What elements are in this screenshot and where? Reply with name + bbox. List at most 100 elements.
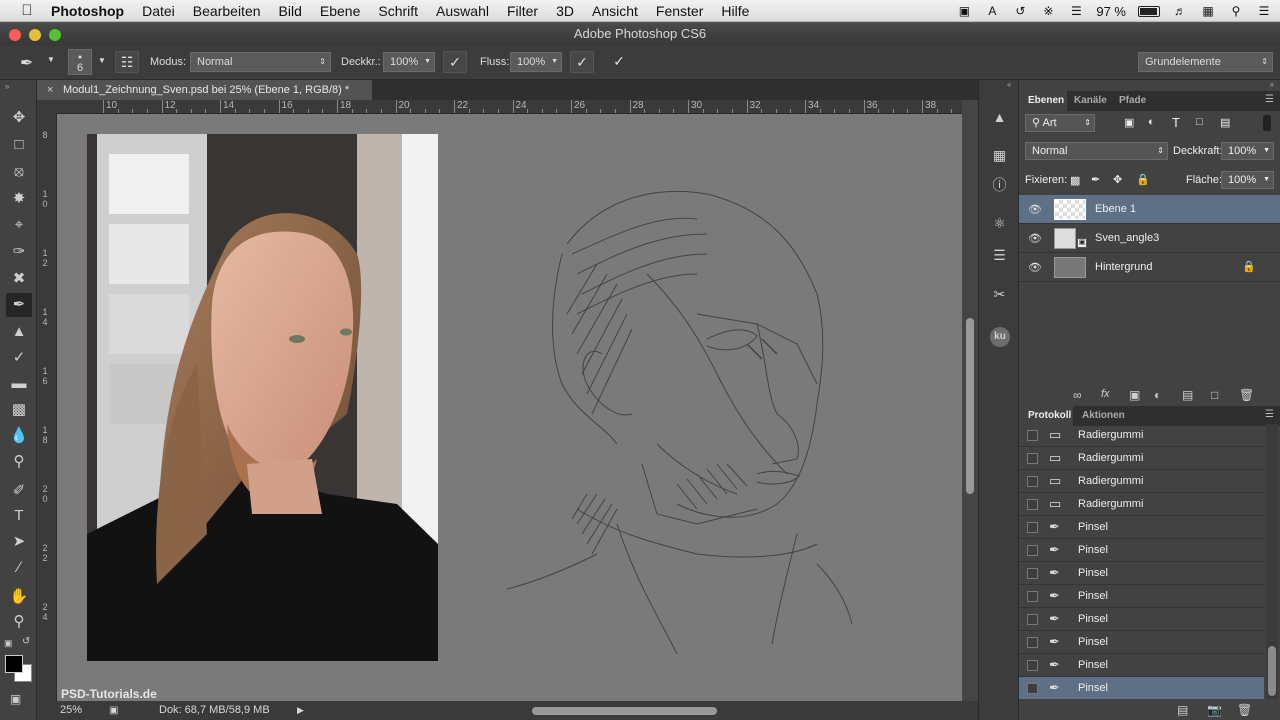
history-brush-tool-icon[interactable]: ✓ (6, 346, 32, 370)
export-icon[interactable]: ▣ (109, 701, 118, 720)
play-icon[interactable]: ▶ (297, 701, 304, 720)
snapshot-source-checkbox[interactable] (1027, 614, 1038, 625)
tab-pfade[interactable]: Pfade (1119, 91, 1146, 111)
airbrush-icon[interactable]: ✓ (570, 51, 594, 73)
minimize-window-button[interactable] (29, 29, 41, 41)
tab-aktionen[interactable]: Aktionen (1082, 406, 1125, 426)
history-scrollbar[interactable] (1266, 424, 1278, 699)
horizontal-scroll-thumb[interactable] (532, 707, 717, 715)
menu-bild[interactable]: Bild (270, 3, 311, 19)
filter-pixel-icon[interactable]: ▣ (1124, 116, 1134, 129)
snapshot-source-checkbox[interactable] (1027, 453, 1038, 464)
blur-tool-icon[interactable]: 💧 (6, 424, 32, 448)
snapshot-source-checkbox[interactable] (1027, 522, 1038, 533)
menu-ansicht[interactable]: Ansicht (583, 3, 647, 19)
snapshot-source-checkbox[interactable] (1027, 660, 1038, 671)
spotlight-icon[interactable]: ⚲ (1228, 4, 1244, 18)
chevron-down-icon[interactable]: ▼ (98, 56, 106, 65)
menu-schrift[interactable]: Schrift (369, 3, 427, 19)
chevron-down-icon[interactable]: ▼ (424, 53, 431, 71)
history-step[interactable]: ▭ Radiergummi (1019, 447, 1264, 470)
collapse-panels-icon[interactable]: » (1270, 80, 1274, 89)
filter-shape-icon[interactable]: □ (1196, 116, 1203, 128)
snapshot-source-checkbox[interactable] (1027, 499, 1038, 510)
history-step[interactable]: ✒ Pinsel (1019, 539, 1264, 562)
history-step[interactable]: ✒ Pinsel (1019, 654, 1264, 677)
info-icon[interactable]: ⓘ (987, 174, 1012, 196)
menu-bearbeiten[interactable]: Bearbeiten (184, 3, 270, 19)
filter-smart-object-icon[interactable]: ▤ (1220, 116, 1230, 129)
swap-colors-icon[interactable]: ↺ (22, 636, 30, 647)
lock-all-icon[interactable]: 🔒 (1136, 173, 1150, 186)
notification-icon[interactable]: ☰ (1256, 4, 1272, 18)
bluetooth-icon[interactable]: ※ (1040, 4, 1056, 18)
close-tab-icon[interactable]: × (47, 80, 53, 100)
layer-filter-select[interactable]: ⚲ Art ⇕ (1025, 114, 1095, 132)
history-step[interactable]: ▭ Radiergummi (1019, 424, 1264, 447)
history-step[interactable]: ▭ Radiergummi (1019, 493, 1264, 516)
doc-size[interactable]: Dok: 68,7 MB/58,9 MB (159, 701, 270, 720)
quick-mask-icon[interactable]: ▣ (10, 692, 21, 706)
time-machine-icon[interactable]: ↺ (1012, 4, 1028, 18)
vertical-scrollbar[interactable] (962, 100, 978, 701)
crop-tool-icon[interactable]: ⌖ (6, 213, 32, 237)
apple-icon[interactable]:  (12, 2, 42, 19)
menu-filter[interactable]: Filter (498, 3, 547, 19)
pen-tool-icon[interactable]: ✐ (6, 479, 32, 503)
lock-pixels-icon[interactable]: ✒ (1091, 173, 1100, 186)
close-window-button[interactable] (9, 29, 21, 41)
eraser-tool-icon[interactable]: ▬ (6, 372, 32, 396)
tab-kanaele[interactable]: Kanäle (1074, 91, 1107, 111)
type-tool-icon[interactable]: T (6, 504, 32, 528)
new-document-from-state-icon[interactable]: ▤ (1177, 703, 1188, 717)
battery-icon[interactable] (1138, 5, 1160, 17)
brush-panel-toggle-icon[interactable]: ☷ (115, 51, 139, 73)
histogram-icon[interactable]: ▲ (987, 106, 1012, 128)
menu-3d[interactable]: 3D (547, 3, 583, 19)
layer-row-ebene-1[interactable]: 👁 Ebene 1 (1019, 195, 1280, 224)
tab-ebenen[interactable]: Ebenen (1019, 91, 1067, 111)
wifi-icon[interactable]: ☰ (1068, 4, 1084, 18)
fill-input[interactable]: 100% ▼ (1221, 171, 1274, 189)
eyedropper-tool-icon[interactable]: ✑ (6, 240, 32, 264)
panel-menu-icon[interactable]: ☰ (1265, 409, 1274, 420)
flow-input[interactable]: 100% ▼ (510, 52, 562, 72)
quick-selection-tool-icon[interactable]: ✸ (6, 187, 32, 211)
tab-protokoll[interactable]: Protokoll (1019, 406, 1073, 426)
marquee-tool-icon[interactable]: □ (6, 133, 32, 157)
layer-mask-icon[interactable]: ▣ (1129, 388, 1140, 402)
filter-type-icon[interactable]: T (1172, 115, 1180, 130)
snapshot-source-checkbox[interactable] (1027, 545, 1038, 556)
panel-menu-icon[interactable]: ☰ (1265, 94, 1274, 105)
new-layer-icon[interactable]: □ (1211, 388, 1218, 402)
zoom-level[interactable]: 25% (60, 701, 82, 720)
horizontal-ruler[interactable]: 10 12 14 16 18 20 22 24 26 28 30 32 34 36 38 (57, 100, 962, 114)
filter-adjustment-icon[interactable]: ◐ (1148, 116, 1155, 128)
calendar-icon[interactable]: ▦ (1200, 4, 1216, 18)
lock-transparency-icon[interactable]: ▩ (1070, 174, 1080, 187)
snapshot-source-checkbox[interactable] (1027, 568, 1038, 579)
layer-style-icon[interactable]: fx (1101, 388, 1110, 400)
snapshot-source-checkbox[interactable] (1027, 591, 1038, 602)
stamp-tool-icon[interactable]: ▲ (6, 320, 32, 344)
lasso-tool-icon[interactable]: ⦻ (6, 160, 32, 184)
workspace-select[interactable]: Grundelemente ⇕ (1138, 52, 1273, 72)
dodge-tool-icon[interactable]: ⚲ (6, 450, 32, 474)
lock-position-icon[interactable]: ✥ (1113, 173, 1122, 186)
snapshot-source-checkbox[interactable] (1027, 637, 1038, 648)
snapshot-source-checkbox[interactable] (1027, 683, 1038, 694)
gradient-tool-icon[interactable]: ▩ (6, 398, 32, 422)
history-step[interactable]: ✒ Pinsel (1019, 562, 1264, 585)
layer-row-hintergrund[interactable]: 👁 Hintergrund 🔒 (1019, 253, 1280, 282)
brush-tool-icon[interactable]: ✒ (6, 293, 32, 317)
chevron-down-icon[interactable]: ▼ (47, 55, 55, 64)
chevron-down-icon[interactable]: ▼ (551, 53, 558, 71)
chevron-down-icon[interactable]: ▼ (1263, 172, 1270, 188)
history-step[interactable]: ✒ Pinsel (1019, 631, 1264, 654)
kuler-icon[interactable]: ku (990, 327, 1010, 347)
adobe-icon[interactable]: A (984, 4, 1000, 18)
new-snapshot-icon[interactable]: 📷 (1207, 703, 1222, 717)
collapse-icon[interactable]: » (5, 82, 9, 91)
history-step[interactable]: ▭ Radiergummi (1019, 470, 1264, 493)
history-step-current[interactable]: ✒ Pinsel (1019, 677, 1264, 699)
